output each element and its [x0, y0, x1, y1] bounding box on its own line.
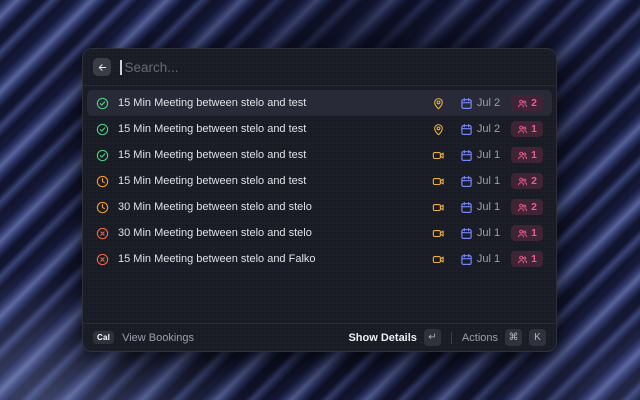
attendee-badge: 2 [511, 199, 543, 215]
attendee-count: 1 [531, 227, 537, 239]
booking-date: Jul 1 [477, 227, 500, 239]
map-pin-icon [432, 97, 445, 110]
calendar-icon [460, 149, 473, 162]
attendee-badge: 2 [511, 173, 543, 189]
booking-title: 15 Min Meeting between stelo and test [118, 97, 423, 109]
video-icon [432, 175, 445, 188]
command-palette-dialog: 15 Min Meeting between stelo and test Ju… [82, 48, 557, 352]
booking-row[interactable]: 15 Min Meeting between stelo and test Ju… [87, 90, 552, 116]
attendee-badge: 1 [511, 147, 543, 163]
booking-date: Jul 1 [477, 175, 500, 187]
users-icon [517, 150, 528, 161]
video-icon [432, 227, 445, 240]
attendee-count: 1 [531, 149, 537, 161]
calendar-icon [460, 175, 473, 188]
calendar-icon [460, 123, 473, 136]
users-icon [517, 228, 528, 239]
booking-date: Jul 1 [477, 201, 500, 213]
booking-title: 30 Min Meeting between stelo and stelo [118, 201, 423, 213]
back-button[interactable] [93, 58, 111, 76]
attendee-count: 1 [531, 253, 537, 265]
k-keycap: K [529, 329, 546, 346]
users-icon [517, 176, 528, 187]
attendee-badge: 2 [511, 95, 543, 111]
booking-date: Jul 1 [477, 253, 500, 265]
calendar-icon [460, 97, 473, 110]
attendee-badge: 1 [511, 251, 543, 267]
booking-date: Jul 2 [477, 97, 500, 109]
circle-check-icon [96, 123, 109, 136]
video-icon [432, 201, 445, 214]
arrow-left-icon [97, 62, 108, 73]
attendee-badge: 1 [511, 225, 543, 241]
attendee-count: 2 [531, 97, 537, 109]
booking-row[interactable]: 30 Min Meeting between stelo and stelo J… [87, 194, 552, 220]
attendee-count: 2 [531, 175, 537, 187]
footer-bar: Cal View Bookings Show Details ↵ Actions… [83, 323, 556, 351]
calendar-icon [460, 227, 473, 240]
clock-icon [96, 175, 109, 188]
users-icon [517, 98, 528, 109]
circle-check-icon [96, 149, 109, 162]
booking-title: 15 Min Meeting between stelo and test [118, 175, 423, 187]
show-details-button[interactable]: Show Details [348, 332, 416, 344]
calendar-icon [460, 253, 473, 266]
booking-title: 15 Min Meeting between stelo and test [118, 123, 423, 135]
search-input[interactable] [125, 60, 547, 75]
booking-date: Jul 2 [477, 123, 500, 135]
booking-row[interactable]: 15 Min Meeting between stelo and Falko J… [87, 246, 552, 272]
booking-row[interactable]: 15 Min Meeting between stelo and test Ju… [87, 168, 552, 194]
booking-title: 30 Min Meeting between stelo and stelo [118, 227, 423, 239]
booking-date: Jul 1 [477, 149, 500, 161]
booking-row[interactable]: 15 Min Meeting between stelo and test Ju… [87, 116, 552, 142]
booking-row[interactable]: 30 Min Meeting between stelo and stelo J… [87, 220, 552, 246]
booking-title: 15 Min Meeting between stelo and Falko [118, 253, 423, 265]
clock-icon [96, 201, 109, 214]
enter-keycap: ↵ [424, 329, 441, 346]
footer-divider [451, 332, 452, 344]
cmd-keycap: ⌘ [505, 329, 522, 346]
calendar-icon [460, 201, 473, 214]
text-caret [120, 60, 122, 75]
users-icon [517, 254, 528, 265]
video-icon [432, 253, 445, 266]
video-icon [432, 149, 445, 162]
users-icon [517, 124, 528, 135]
map-pin-icon [432, 123, 445, 136]
cal-logo: Cal [93, 331, 114, 344]
users-icon [517, 202, 528, 213]
attendee-count: 1 [531, 123, 537, 135]
bookings-list: 15 Min Meeting between stelo and test Ju… [83, 86, 556, 323]
booking-row[interactable]: 15 Min Meeting between stelo and test Ju… [87, 142, 552, 168]
attendee-badge: 1 [511, 121, 543, 137]
circle-check-icon [96, 97, 109, 110]
booking-title: 15 Min Meeting between stelo and test [118, 149, 423, 161]
page-label: View Bookings [122, 332, 194, 344]
actions-button[interactable]: Actions [462, 332, 498, 344]
circle-x-icon [96, 227, 109, 240]
attendee-count: 2 [531, 201, 537, 213]
circle-x-icon [96, 253, 109, 266]
search-bar [83, 49, 556, 86]
